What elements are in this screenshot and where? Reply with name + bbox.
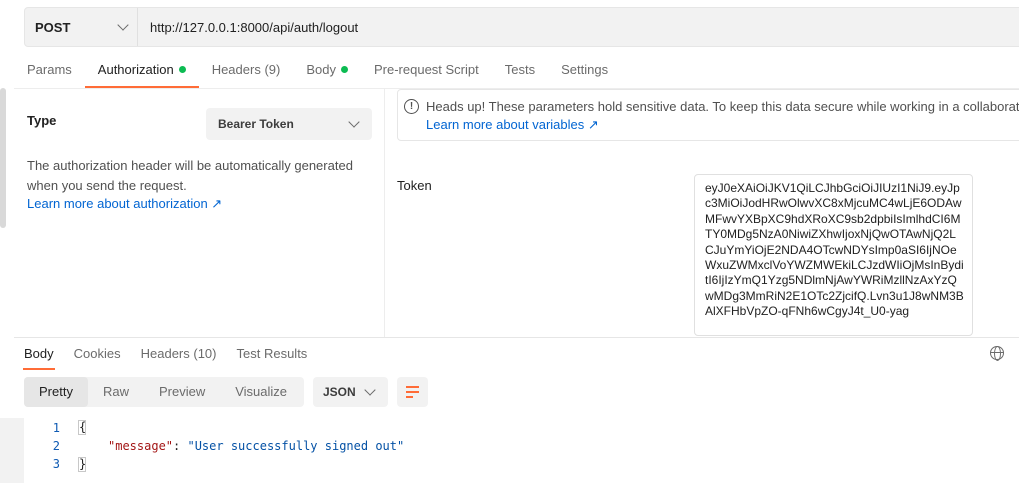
- format-value: JSON: [323, 385, 356, 399]
- view-raw[interactable]: Raw: [88, 377, 144, 407]
- token-label: Token: [397, 178, 432, 193]
- line-number: 2: [52, 439, 60, 453]
- active-dot-icon: [178, 66, 186, 73]
- tab-count: (10): [193, 346, 217, 361]
- tab-label: Authorization: [97, 62, 174, 77]
- tab-headers[interactable]: Headers (9): [199, 58, 294, 88]
- wrap-line: [406, 396, 413, 398]
- panel-divider: [384, 88, 385, 338]
- code-gutter: [0, 418, 24, 483]
- request-tabs: Params Authorization Headers (9) Body Pr…: [14, 58, 621, 88]
- body-dot-icon: [340, 66, 348, 73]
- method-select[interactable]: POST: [25, 8, 138, 46]
- chevron-down-icon: [364, 384, 376, 396]
- response-tabs: Body Cookies Headers (10) Test Results: [14, 344, 317, 370]
- line-number: 3: [52, 457, 60, 471]
- tab-label: Headers: [211, 62, 261, 77]
- tab-count: (9): [264, 62, 281, 77]
- auth-type-value: Bearer Token: [218, 117, 294, 131]
- request-bar: POST http://127.0.0.1:8000/api/auth/logo…: [24, 7, 1019, 47]
- response-tab-cookies[interactable]: Cookies: [64, 344, 131, 370]
- tab-label: Params: [27, 62, 72, 77]
- tab-label: Headers: [140, 346, 190, 361]
- json-key: "message": [108, 439, 174, 453]
- wrap-line: [406, 386, 419, 388]
- auth-type-select[interactable]: Bearer Token: [206, 108, 372, 140]
- tab-label: Body: [306, 62, 336, 77]
- tab-tests[interactable]: Tests: [492, 58, 548, 88]
- tab-label: Body: [24, 346, 54, 361]
- chevron-down-icon: [117, 19, 129, 31]
- info-icon: !: [404, 99, 419, 114]
- token-input[interactable]: eyJ0eXAiOiJKV1QiLCJhbGciOiJIUzI1NiJ9.eyJ…: [694, 174, 973, 336]
- tab-label: Cookies: [73, 346, 121, 361]
- chevron-down-icon: [348, 116, 360, 128]
- response-divider: [14, 337, 1019, 338]
- json-colon: :: [173, 439, 188, 453]
- view-visualize[interactable]: Visualize: [220, 377, 302, 407]
- auth-description: The authorization header will be automat…: [27, 158, 353, 193]
- tab-authorization[interactable]: Authorization: [84, 58, 199, 88]
- response-tab-body[interactable]: Body: [14, 344, 64, 370]
- tab-params[interactable]: Params: [14, 58, 85, 88]
- response-tab-test-results[interactable]: Test Results: [227, 344, 318, 370]
- wrap-lines-icon[interactable]: [397, 377, 428, 407]
- learn-more-variables-link[interactable]: Learn more about variables ↗: [426, 117, 599, 133]
- notice-text: Heads up! These parameters hold sensitiv…: [426, 99, 1019, 114]
- close-brace: }: [78, 457, 87, 472]
- tab-label: Settings: [561, 62, 609, 77]
- view-pretty[interactable]: Pretty: [24, 377, 88, 407]
- learn-more-authorization-link[interactable]: Learn more about authorization ↗: [27, 196, 222, 212]
- response-body[interactable]: 1 2 3 { "message": "User successfully si…: [0, 415, 1019, 487]
- response-view-toggle: Pretty Raw Preview Visualize: [24, 377, 304, 407]
- url-input[interactable]: http://127.0.0.1:8000/api/auth/logout: [138, 20, 358, 35]
- format-select[interactable]: JSON: [313, 377, 388, 407]
- tab-label: Test Results: [236, 346, 308, 361]
- tab-settings[interactable]: Settings: [548, 58, 621, 88]
- wrap-line: [406, 391, 419, 393]
- auth-type-label: Type: [27, 113, 57, 128]
- json-line: "message": "User successfully signed out…: [108, 439, 404, 453]
- json-value: "User successfully signed out": [187, 439, 405, 453]
- globe-icon[interactable]: [990, 346, 1004, 361]
- line-number: 1: [52, 421, 60, 435]
- scrollbar[interactable]: [0, 88, 6, 228]
- tab-label: Pre-request Script: [373, 62, 479, 77]
- tab-pre-request-script[interactable]: Pre-request Script: [361, 58, 492, 88]
- open-brace: {: [78, 420, 87, 435]
- tab-label: Tests: [504, 62, 536, 77]
- tab-body[interactable]: Body: [293, 58, 361, 88]
- view-preview[interactable]: Preview: [144, 377, 220, 407]
- response-tab-headers[interactable]: Headers (10): [131, 344, 227, 370]
- method-label: POST: [35, 19, 71, 35]
- sensitive-data-notice: ! Heads up! These parameters hold sensit…: [397, 89, 1019, 141]
